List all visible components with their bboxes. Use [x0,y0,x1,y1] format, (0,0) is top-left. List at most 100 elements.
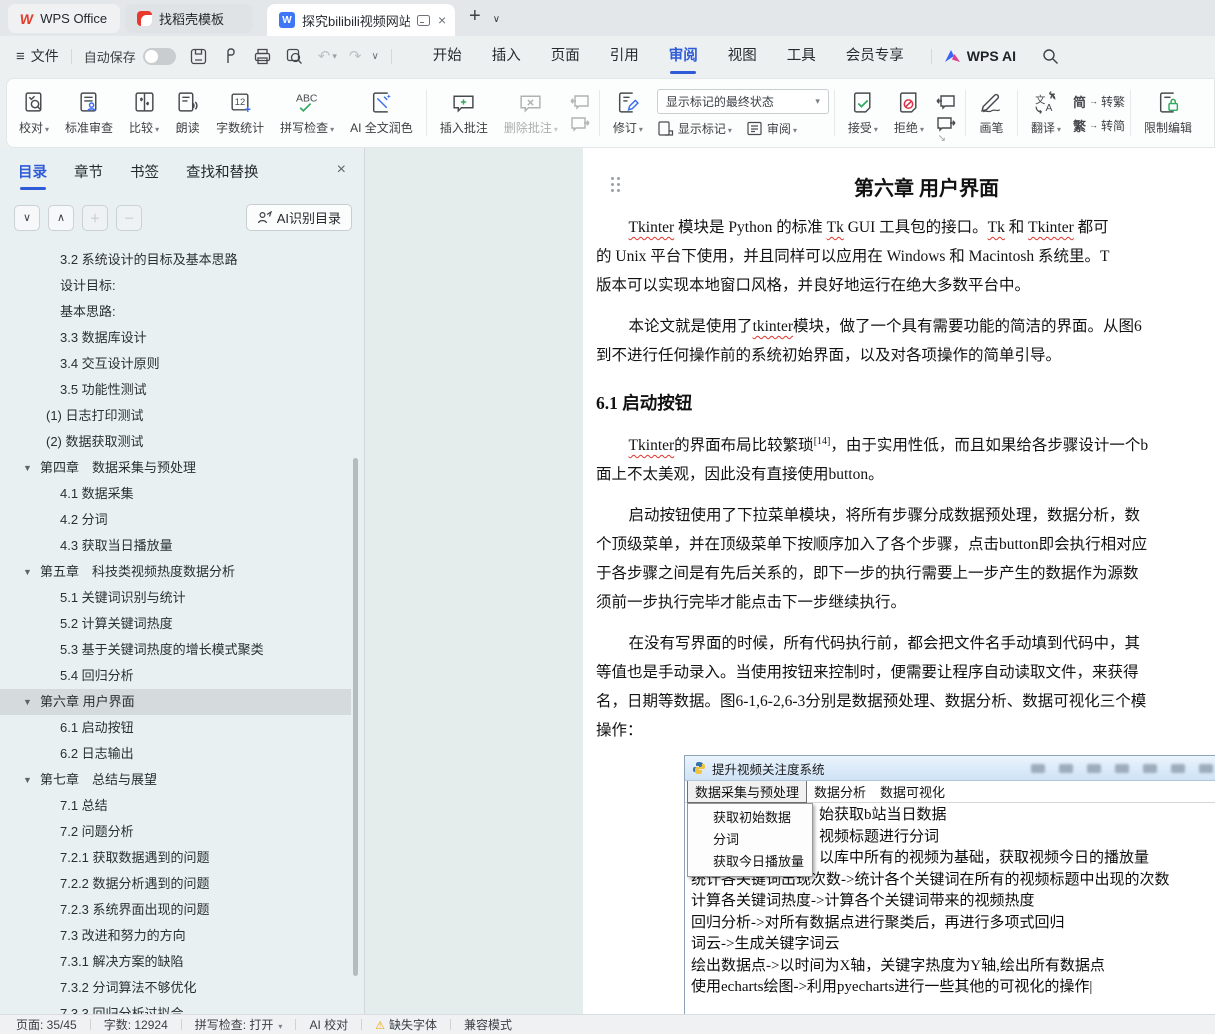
insert-comment-button[interactable]: 插入批注 [432,90,496,136]
menu-tab[interactable]: 视图 [713,36,772,76]
toc-item[interactable]: ▼ 5.2 计算关键词热度 [0,611,351,637]
toc-item[interactable]: ▼ 4.1 数据采集 [0,481,351,507]
undo-chevron-icon[interactable]: ▾ [332,51,337,62]
delete-comment-button[interactable]: 删除批注▾ [496,90,566,136]
page-indicator[interactable]: 页面: 35/45 [16,1016,77,1033]
tab-wps-office[interactable]: W WPS Office [8,4,120,33]
reject-change-button[interactable]: 拒绝▾ [886,90,932,136]
toc-item[interactable]: ▼ 5.3 基于关键词热度的增长模式聚类 [0,637,351,663]
restrict-editing-button[interactable]: 限制编辑 [1136,90,1200,136]
app-menu-item[interactable]: 数据分析 [807,781,873,802]
menu-tab[interactable]: 插入 [477,36,536,76]
toc-item[interactable]: ▼ 6.1 启动按钮 [0,715,351,741]
menu-tab[interactable]: 审阅 [654,36,713,76]
sidebar-tab[interactable]: 书签 [130,161,159,182]
sidebar-tab[interactable]: 章节 [74,161,103,182]
sidebar-tab[interactable]: 查找和替换 [186,161,259,182]
toc-item[interactable]: ▼ 7.2.3 系统界面出现的问题 [0,897,351,923]
read-aloud-button[interactable]: 朗读 [167,90,208,136]
toc-item[interactable]: ▼ 第四章 数据采集与预处理 [0,455,351,481]
menu-tab[interactable]: 引用 [595,36,654,76]
app-dropdown-item[interactable]: 获取初始数据 [688,807,812,829]
toc-item[interactable]: ▼ 第七章 总结与展望 [0,767,351,793]
track-changes-button[interactable]: 修订▾ [605,90,651,136]
print-button[interactable] [253,47,272,66]
toc-item[interactable]: ▼ 3.4 交互设计原则 [0,351,351,377]
spellcheck-indicator[interactable]: 拼写检查: 打开▾ [195,1016,283,1033]
tab-list-chevron-icon[interactable]: ∨ [493,14,500,25]
toc-item[interactable]: ▼ (2) 数据获取测试 [0,429,351,455]
print-preview-button[interactable] [285,47,304,66]
undo-icon[interactable]: ↶ [318,47,331,65]
sidebar-tab[interactable]: 目录 [18,161,47,182]
tab-preview-icon[interactable] [417,15,430,26]
document-page[interactable]: 第六章 用户界面 Tkinter 模块是 Python 的标准 Tk GUI 工… [583,148,1215,1014]
chevron-expand-icon[interactable]: ▼ [23,559,32,585]
word-count-button[interactable]: 12 字数统计 [208,90,272,136]
new-tab-button[interactable]: + [469,5,481,28]
menu-tab[interactable]: 开始 [418,36,477,76]
toc-item[interactable]: ▼ 3.3 数据库设计 [0,325,351,351]
expand-all-button[interactable]: ∧ [48,205,74,231]
chevron-expand-icon[interactable]: ▼ [23,689,32,715]
accept-change-button[interactable]: 接受▾ [840,90,886,136]
zoom-out-level-button[interactable]: － [116,205,142,231]
menu-tab[interactable]: 工具 [772,36,831,76]
ai-polish-button[interactable]: AI 全文润色 [342,90,421,136]
toc-item[interactable]: ▼ 基本思路: [0,299,351,325]
previous-change-button[interactable] [936,94,956,110]
ai-recognize-toc-button[interactable]: AI识别目录 [246,204,352,231]
review-panel-button[interactable]: 审阅▾ [746,120,797,137]
app-menu-item[interactable]: 数据可视化 [873,781,952,802]
missing-font-warning[interactable]: ⚠缺失字体 [375,1016,437,1033]
quickbar-chevron-icon[interactable]: ∨ [371,51,378,62]
toc-item[interactable]: ▼ 7.3.2 分词算法不够优化 [0,975,351,1001]
toc-item[interactable]: ▼ 7.2.2 数据分析遇到的问题 [0,871,351,897]
toc-item[interactable]: ▼ (1) 日志打印测试 [0,403,351,429]
tab-template-store[interactable]: 找稻壳模板 [125,4,253,33]
toc-item[interactable]: ▼ 7.3 改进和努力的方向 [0,923,351,949]
search-icon[interactable] [1042,48,1059,65]
autosave-toggle[interactable] [143,48,176,65]
app-dropdown-item[interactable]: 分词 [688,829,812,851]
menu-tab[interactable]: 会员专享 [831,36,919,76]
sidebar-scrollbar[interactable] [353,458,358,976]
next-comment-button[interactable] [570,116,590,132]
to-simplified-button[interactable]: 繁→ 转简 [1073,116,1125,135]
toc-item[interactable]: ▼ 设计目标: [0,273,351,299]
previous-comment-button[interactable] [570,94,590,110]
ink-brush-button[interactable]: 画笔 [971,90,1012,136]
toc-item[interactable]: ▼ 7.2 问题分析 [0,819,351,845]
chevron-expand-icon[interactable]: ▼ [23,767,32,793]
sidebar-close-icon[interactable]: × [337,161,346,179]
wps-ai-button[interactable]: WPS AI [944,48,1016,64]
paragraph-drag-handle-icon[interactable] [611,177,625,193]
standard-review-button[interactable]: 标准审查 [57,90,121,136]
app-menu-item[interactable]: 数据采集与预处理 [687,780,807,803]
redo-icon[interactable]: ↷ [349,47,362,65]
file-menu-button[interactable]: ≡ 文件 [16,46,59,66]
translate-button[interactable]: 文A 翻译▾ [1023,90,1069,136]
collapse-all-button[interactable]: ∨ [14,205,40,231]
markup-state-dropdown[interactable]: 显示标记的最终状态▾ [657,89,829,114]
dialog-launcher-icon[interactable]: ↘ [938,133,946,144]
toc-item[interactable]: ▼ 第六章 用户界面 [0,689,351,715]
toc-item[interactable]: ▼ 3.5 功能性测试 [0,377,351,403]
toc-item[interactable]: ▼ 7.1 总结 [0,793,351,819]
toc-item[interactable]: ▼ 第五章 科技类视频热度数据分析 [0,559,351,585]
toc-item[interactable]: ▼ 3.2 系统设计的目标及基本思路 [0,247,351,273]
tab-document[interactable]: W 探究bilibili视频网站视频关注 × [267,4,455,36]
toc-item[interactable]: ▼ 5.1 关键词识别与统计 [0,585,351,611]
toc-item[interactable]: ▼ 4.3 获取当日播放量 [0,533,351,559]
tab-close-icon[interactable]: × [438,12,446,28]
ai-proofread-button[interactable]: AI 校对 [309,1016,348,1033]
toc-item[interactable]: ▼ 7.3.3 回归分析过拟合 [0,1001,351,1014]
to-traditional-button[interactable]: 简→ 转繁 [1073,92,1125,111]
menu-tab[interactable]: 页面 [536,36,595,76]
chevron-expand-icon[interactable]: ▼ [23,455,32,481]
toc-item[interactable]: ▼ 7.3.1 解决方案的缺陷 [0,949,351,975]
export-pdf-button[interactable] [221,47,240,66]
compare-button[interactable]: 比较▾ [121,90,167,136]
spell-check-button[interactable]: ABC 拼写检查▾ [272,90,342,136]
toc-item[interactable]: ▼ 5.4 回归分析 [0,663,351,689]
